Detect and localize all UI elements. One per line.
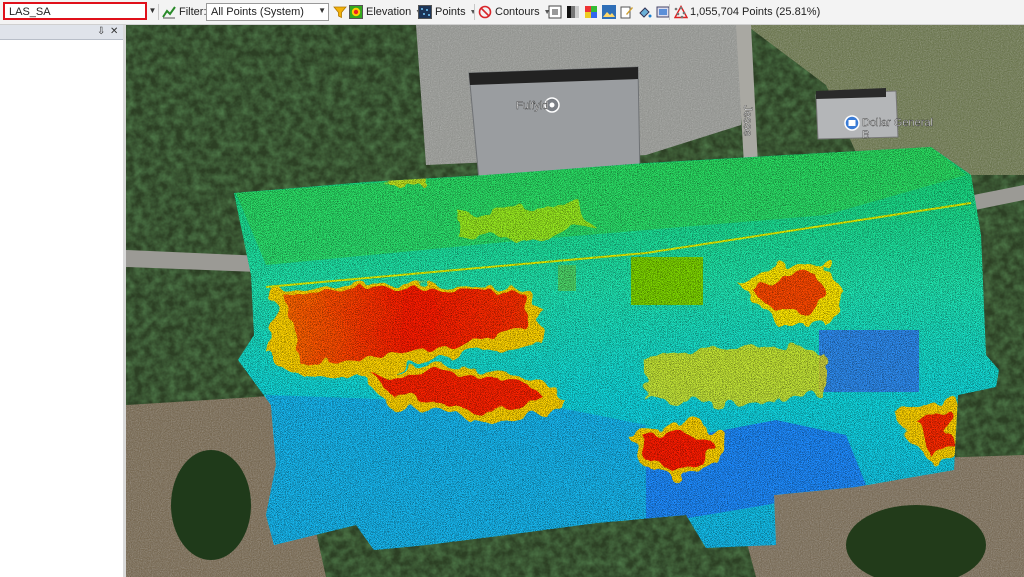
filter-group: Filter: <box>162 3 207 21</box>
business-label-dollar-general-2: B <box>862 129 869 141</box>
color-ramp-icon[interactable] <box>584 5 598 19</box>
filter-select[interactable]: All Points (System) ▼ <box>206 3 329 21</box>
grayscale-icon[interactable] <box>566 5 580 19</box>
paint-icon[interactable] <box>638 5 652 19</box>
filter-funnel-button[interactable] <box>333 3 347 21</box>
points-label: Points <box>435 6 466 18</box>
filter-tool-icon[interactable] <box>162 5 176 19</box>
panel-header: ⇩ ✕ <box>0 25 123 40</box>
map-canvas[interactable]: Fulfyld Dollar General B Jesse <box>126 25 1024 577</box>
frame-icon[interactable] <box>548 5 562 19</box>
points-icon <box>418 5 432 19</box>
contours-label: Contours <box>495 6 540 18</box>
points-count-readout: 1,055,704 Points (25.81%) <box>673 3 820 21</box>
pin-icon[interactable]: ⇩ <box>97 25 105 39</box>
toolbar-separator <box>669 4 670 20</box>
layer-dropdown-arrow[interactable]: ▼ <box>148 4 157 18</box>
edit-icon[interactable] <box>620 5 634 19</box>
filter-value: All Points (System) <box>211 6 304 18</box>
no-contours-icon <box>478 5 492 19</box>
business-label-fulfyld: Fulfyld <box>516 100 548 112</box>
elevation-button[interactable]: Elevation ▼ <box>349 3 422 21</box>
elevation-label: Elevation <box>366 6 412 18</box>
layers-panel: ⇩ ✕ <box>0 25 124 577</box>
main-toolbar: LAS_SA ▼ Filter: All Points (System) ▼ E… <box>0 0 1024 25</box>
imagery-icon[interactable] <box>602 5 616 19</box>
layer-name-field[interactable]: LAS_SA <box>3 2 147 20</box>
business-label-dollar-general: Dollar General <box>862 117 933 129</box>
layers-icon[interactable] <box>656 5 670 19</box>
contours-button[interactable]: Contours ▼ <box>478 3 551 21</box>
filter-funnel-icon <box>333 6 347 19</box>
toolbar-separator <box>474 4 475 20</box>
filter-label: Filter: <box>179 6 207 18</box>
layer-tool-icons <box>548 3 688 21</box>
elevation-icon <box>349 5 363 19</box>
map-view[interactable]: Fulfyld Dollar General B Jesse <box>126 25 1024 577</box>
chevron-down-icon: ▼ <box>318 6 326 15</box>
close-icon[interactable]: ✕ <box>110 25 118 39</box>
points-count-text: 1,055,704 Points (25.81%) <box>690 6 821 18</box>
toolbar-separator <box>158 4 159 20</box>
shopping-bag-icon <box>844 115 860 131</box>
points-button[interactable]: Points ▼ <box>418 3 477 21</box>
points-count-icon <box>674 6 686 19</box>
road-label-jesse: Jesse <box>741 105 755 137</box>
